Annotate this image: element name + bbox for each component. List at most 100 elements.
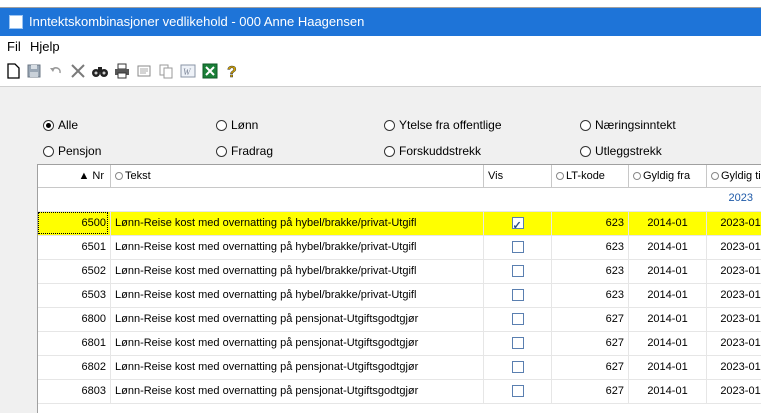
cell-gyldig-fra[interactable]: 2014-01 xyxy=(629,308,707,331)
radio-circle[interactable] xyxy=(580,119,591,131)
radio-circle[interactable] xyxy=(216,145,227,157)
vis-checkbox[interactable] xyxy=(511,241,524,254)
table-row[interactable]: 6800 Lønn-Reise kost med overnatting på p… xyxy=(38,308,761,332)
radio-circle[interactable] xyxy=(580,145,591,157)
cell-nr[interactable]: 6802 xyxy=(38,356,111,379)
vis-checkbox[interactable] xyxy=(511,313,524,326)
radio-circle[interactable] xyxy=(216,119,227,131)
cell-tekst[interactable]: Lønn-Reise kost med overnatting på hybel… xyxy=(111,236,484,259)
cell-tekst[interactable]: Lønn-Reise kost med overnatting på pensj… xyxy=(111,380,484,403)
radio-forskuddstrekk[interactable]: Forskuddstrekk xyxy=(384,142,481,160)
column-header-tekst[interactable]: Tekst xyxy=(111,165,484,187)
table-row[interactable]: 6502 Lønn-Reise kost med overnatting på h… xyxy=(38,260,761,284)
cell-gyldig-fra[interactable]: 2014-01 xyxy=(629,284,707,307)
radio-utleggstrekk[interactable]: Utleggstrekk xyxy=(580,142,662,160)
cell-lt-kode[interactable]: 623 xyxy=(552,212,629,235)
cell-nr[interactable]: 6501 xyxy=(38,236,111,259)
word-export-icon[interactable]: W xyxy=(179,62,197,80)
new-document-icon[interactable] xyxy=(4,62,22,80)
cell-tekst[interactable]: Lønn-Reise kost med overnatting på hybel… xyxy=(111,284,484,307)
table-row[interactable]: 6803 Lønn-Reise kost med overnatting på p… xyxy=(38,380,761,404)
radio-circle[interactable] xyxy=(384,119,395,131)
radio-naeringsinntekt[interactable]: Næringsinntekt xyxy=(580,116,676,134)
table-row[interactable]: 6801 Lønn-Reise kost med overnatting på p… xyxy=(38,332,761,356)
print-icon[interactable] xyxy=(113,62,131,80)
cell-gyldig-fra[interactable]: 2014-01 xyxy=(629,236,707,259)
cell-nr[interactable]: 6503 xyxy=(38,284,111,307)
menu-fil[interactable]: Fil xyxy=(7,39,21,54)
cell-lt-kode[interactable]: 623 xyxy=(552,260,629,283)
cell-gyldig-fra[interactable]: 2014-01 xyxy=(629,260,707,283)
cell-vis[interactable] xyxy=(484,212,552,235)
column-header-nr[interactable]: ▲ Nr xyxy=(38,165,111,187)
cell-lt-kode[interactable]: 627 xyxy=(552,380,629,403)
income-combinations-grid[interactable]: ▲ Nr Tekst Vis LT-kode Gyldig fra Gyldig… xyxy=(37,164,761,413)
cell-tekst[interactable]: Lønn-Reise kost med overnatting på pensj… xyxy=(111,308,484,331)
cell-nr[interactable]: 6800 xyxy=(38,308,111,331)
cell-nr[interactable]: 6801 xyxy=(38,332,111,355)
cell-vis[interactable] xyxy=(484,356,552,379)
cell-nr[interactable]: 6803 xyxy=(38,380,111,403)
cell-gyldig-til[interactable]: 2023-01 xyxy=(707,212,761,235)
vis-checkbox[interactable] xyxy=(511,265,524,278)
cell-gyldig-til[interactable]: 2023-01 xyxy=(707,284,761,307)
undo-icon[interactable] xyxy=(47,62,65,80)
column-header-lt-kode[interactable]: LT-kode xyxy=(552,165,629,187)
vis-checkbox[interactable] xyxy=(511,289,524,302)
cell-lt-kode[interactable]: 623 xyxy=(552,236,629,259)
radio-circle[interactable] xyxy=(43,145,54,157)
cell-gyldig-til[interactable]: 2023-01 xyxy=(707,236,761,259)
table-row[interactable]: 6503 Lønn-Reise kost med overnatting på h… xyxy=(38,284,761,308)
radio-alle[interactable]: Alle xyxy=(43,116,78,134)
column-header-gyldig-til[interactable]: Gyldig til xyxy=(707,165,761,187)
cell-lt-kode[interactable]: 627 xyxy=(552,308,629,331)
column-header-gyldig-fra[interactable]: Gyldig fra xyxy=(629,165,707,187)
cell-gyldig-fra[interactable]: 2014-01 xyxy=(629,212,707,235)
cell-vis[interactable] xyxy=(484,308,552,331)
cell-lt-kode[interactable]: 623 xyxy=(552,284,629,307)
cell-vis[interactable] xyxy=(484,380,552,403)
print-preview-icon[interactable] xyxy=(135,62,153,80)
menu-hjelp[interactable]: Hjelp xyxy=(30,39,60,54)
radio-pensjon[interactable]: Pensjon xyxy=(43,142,101,160)
cell-vis[interactable] xyxy=(484,236,552,259)
radio-fradrag[interactable]: Fradrag xyxy=(216,142,273,160)
vis-checkbox[interactable] xyxy=(511,385,524,398)
cell-vis[interactable] xyxy=(484,332,552,355)
vis-checkbox[interactable] xyxy=(511,361,524,374)
gyldig-til-filter-value[interactable]: 2023 xyxy=(729,192,753,204)
column-header-vis[interactable]: Vis xyxy=(484,165,552,187)
radio-circle[interactable] xyxy=(384,145,395,157)
cell-tekst[interactable]: Lønn-Reise kost med overnatting på hybel… xyxy=(111,212,484,235)
delete-icon[interactable] xyxy=(69,62,87,80)
table-row[interactable]: 6501 Lønn-Reise kost med overnatting på h… xyxy=(38,236,761,260)
cell-gyldig-til[interactable]: 2023-01 xyxy=(707,380,761,403)
cell-lt-kode[interactable]: 627 xyxy=(552,332,629,355)
table-row[interactable]: 6500 Lønn-Reise kost med overnatting på h… xyxy=(38,212,761,236)
cell-tekst[interactable]: Lønn-Reise kost med overnatting på pensj… xyxy=(111,356,484,379)
radio-lonn[interactable]: Lønn xyxy=(216,116,258,134)
cell-tekst[interactable]: Lønn-Reise kost med overnatting på pensj… xyxy=(111,332,484,355)
find-icon[interactable] xyxy=(91,62,109,80)
cell-tekst[interactable]: Lønn-Reise kost med overnatting på hybel… xyxy=(111,260,484,283)
vis-checkbox[interactable] xyxy=(511,215,524,235)
cell-gyldig-til[interactable]: 2023-01 xyxy=(707,308,761,331)
cell-lt-kode[interactable]: 627 xyxy=(552,356,629,379)
radio-circle[interactable] xyxy=(43,119,54,131)
cell-nr[interactable]: 6502 xyxy=(38,260,111,283)
copy-icon[interactable] xyxy=(157,62,175,80)
cell-gyldig-til[interactable]: 2023-01 xyxy=(707,332,761,355)
save-icon[interactable] xyxy=(25,62,43,80)
cell-vis[interactable] xyxy=(484,260,552,283)
table-row[interactable]: 6802 Lønn-Reise kost med overnatting på p… xyxy=(38,356,761,380)
cell-gyldig-til[interactable]: 2023-01 xyxy=(707,260,761,283)
cell-gyldig-fra[interactable]: 2014-01 xyxy=(629,380,707,403)
cell-gyldig-fra[interactable]: 2014-01 xyxy=(629,332,707,355)
cell-gyldig-til[interactable]: 2023-01 xyxy=(707,356,761,379)
cell-gyldig-fra[interactable]: 2014-01 xyxy=(629,356,707,379)
filter-row[interactable]: 2023 xyxy=(38,187,761,212)
help-icon[interactable]: ? xyxy=(223,62,241,80)
radio-ytelse[interactable]: Ytelse fra offentlige xyxy=(384,116,502,134)
cell-vis[interactable] xyxy=(484,284,552,307)
excel-export-icon[interactable] xyxy=(201,62,219,80)
